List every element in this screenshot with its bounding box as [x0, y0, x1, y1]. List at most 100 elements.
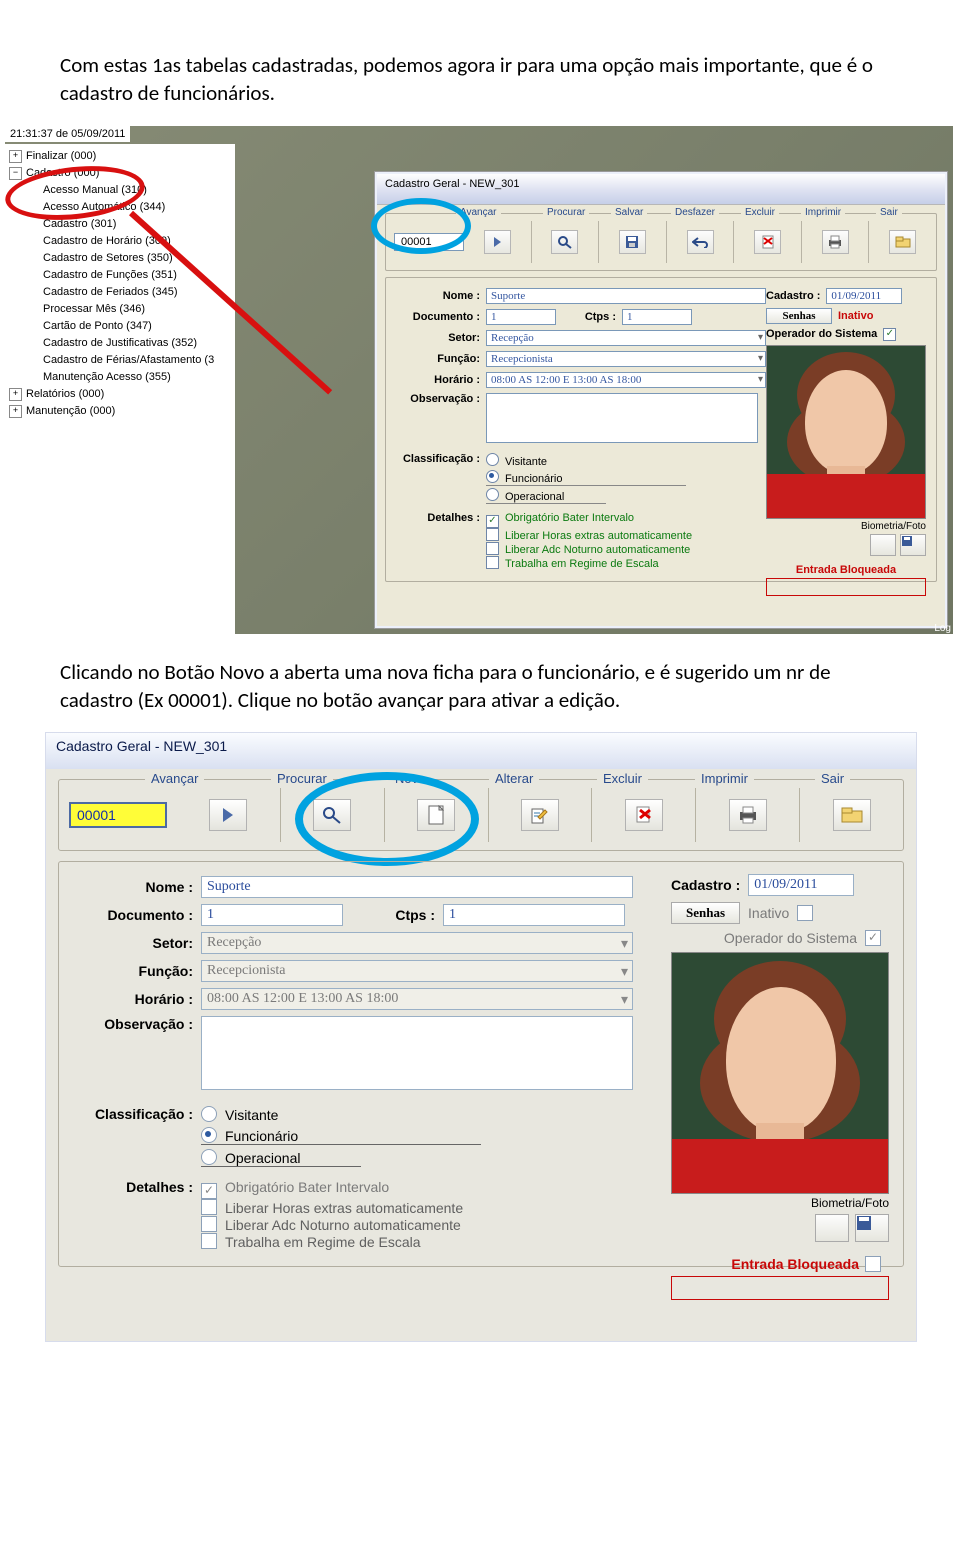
funcao-combo[interactable]: Recepcionista [201, 960, 633, 982]
expand-icon[interactable]: + [9, 150, 22, 163]
sair-button[interactable] [833, 799, 871, 831]
det-check-1[interactable] [201, 1183, 217, 1199]
log-label: Log [934, 623, 951, 634]
window-title: Cadastro Geral - NEW_301 [46, 733, 916, 769]
doc-input[interactable]: 1 [201, 904, 343, 926]
toolbar-label-avancar: Avançar [456, 207, 501, 218]
tree-item[interactable]: Acesso Manual (310) [5, 182, 235, 199]
toolbar-label-imprimir: Imprimir [695, 771, 754, 786]
tree-item[interactable]: Processar Mês (346) [5, 301, 235, 318]
det-opt: Liberar Adc Noturno automaticamente [225, 1217, 461, 1233]
class-funcionario-radio[interactable] [486, 470, 499, 483]
cadastro-date[interactable]: 01/09/2011 [826, 288, 902, 304]
biometria-save-button[interactable] [855, 1214, 889, 1242]
tree-item[interactable]: Cadastro de Justificativas (352) [5, 335, 235, 352]
nome-input[interactable]: Suporte [486, 288, 766, 304]
tree-item[interactable]: Acesso Automático (344) [5, 199, 235, 216]
operador-label: Operador do Sistema [724, 930, 857, 946]
obs-label: Observação : [73, 1016, 193, 1032]
det-check-4[interactable] [486, 556, 499, 569]
excluir-button[interactable] [625, 799, 663, 831]
obs-textarea[interactable] [486, 393, 758, 443]
procurar-button[interactable] [551, 230, 578, 254]
class-funcionario-radio[interactable] [201, 1127, 217, 1143]
det-label: Detalhes : [396, 512, 480, 524]
doc-input[interactable]: 1 [486, 309, 556, 325]
det-check-3[interactable] [486, 542, 499, 555]
id-input[interactable]: 00001 [69, 802, 167, 828]
operador-checkbox[interactable] [883, 328, 896, 341]
setor-label: Setor: [73, 935, 193, 951]
tree-item[interactable]: Cadastro de Férias/Afastamento (3 [5, 352, 235, 369]
det-check-2[interactable] [201, 1199, 217, 1215]
horario-combo[interactable]: 08:00 AS 12:00 E 13:00 AS 18:00 [201, 988, 633, 1010]
funcao-combo[interactable]: Recepcionista [486, 351, 766, 367]
tree-item[interactable]: Cadastro de Funções (351) [5, 267, 235, 284]
form-panel: Cadastro :01/09/2011 SenhasInativo Opera… [58, 861, 904, 1267]
tree-item[interactable]: Cadastro de Setores (350) [5, 250, 235, 267]
imprimir-button[interactable] [822, 230, 849, 254]
operador-checkbox[interactable] [865, 930, 881, 946]
toolbar-label-novo: Novo [389, 771, 431, 786]
avancar-button[interactable] [484, 230, 511, 254]
imprimir-button[interactable] [729, 799, 767, 831]
class-opt: Operacional [225, 1150, 301, 1166]
det-label: Detalhes : [73, 1179, 193, 1195]
tree-item[interactable]: Cadastro de Feriados (345) [5, 284, 235, 301]
tree-item[interactable]: Cadastro de Horário (309) [5, 233, 235, 250]
det-check-3[interactable] [201, 1216, 217, 1232]
ctps-input[interactable]: 1 [443, 904, 625, 926]
class-opt: Visitante [225, 1107, 278, 1123]
det-check-4[interactable] [201, 1233, 217, 1249]
bloqueada-field[interactable] [671, 1276, 889, 1300]
tree-item[interactable]: Manutenção (000) [26, 405, 115, 417]
senhas-button[interactable]: Senhas [671, 902, 740, 924]
inativo-checkbox[interactable] [797, 905, 813, 921]
biometria-save-button[interactable] [900, 534, 926, 556]
det-check-2[interactable] [486, 528, 499, 541]
tree-item[interactable]: Finalizar (000) [26, 150, 96, 162]
class-visitante-radio[interactable] [201, 1106, 217, 1122]
procurar-button[interactable] [313, 799, 351, 831]
setor-combo[interactable]: Recepção [486, 330, 766, 346]
tree-item[interactable]: Cadastro (301) [5, 216, 235, 233]
bloqueada-checkbox[interactable] [865, 1256, 881, 1272]
class-operacional-radio[interactable] [201, 1149, 217, 1165]
expand-icon[interactable]: + [9, 405, 22, 418]
obs-label: Observação : [396, 393, 480, 405]
det-opt: Liberar Horas extras automaticamente [505, 530, 692, 542]
ctps-input[interactable]: 1 [622, 309, 692, 325]
desfazer-button[interactable] [687, 230, 714, 254]
senhas-button[interactable]: Senhas [766, 308, 832, 324]
tree-item[interactable]: Relatórios (000) [26, 388, 104, 400]
nome-input[interactable]: Suporte [201, 876, 633, 898]
tree-item[interactable]: Cartão de Ponto (347) [5, 318, 235, 335]
tree-item[interactable]: Cadastro (000) [26, 167, 99, 179]
inativo-label: Inativo [838, 310, 873, 322]
excluir-button[interactable] [754, 230, 781, 254]
cadastro-date[interactable]: 01/09/2011 [748, 874, 854, 896]
class-visitante-radio[interactable] [486, 453, 499, 466]
novo-button[interactable] [417, 799, 455, 831]
class-operacional-radio[interactable] [486, 488, 499, 501]
avancar-button[interactable] [209, 799, 247, 831]
alterar-button[interactable] [521, 799, 559, 831]
sair-button[interactable] [889, 230, 916, 254]
setor-combo[interactable]: Recepção [201, 932, 633, 954]
horario-combo[interactable]: 08:00 AS 12:00 E 13:00 AS 18:00 [486, 372, 766, 388]
tree-item[interactable]: Manutenção Acesso (355) [5, 369, 235, 386]
toolbar-label-sair: Sair [815, 771, 850, 786]
expand-icon[interactable]: + [9, 388, 22, 401]
det-opt: Trabalha em Regime de Escala [225, 1234, 421, 1250]
biometria-capture-button[interactable] [815, 1214, 849, 1242]
inativo-label: Inativo [748, 905, 789, 921]
det-check-1[interactable] [486, 515, 499, 528]
intro-paragraph-2: Clicando no Botão Novo a aberta uma nova… [60, 658, 900, 715]
bloqueada-field[interactable] [766, 578, 926, 596]
obs-textarea[interactable] [201, 1016, 633, 1090]
id-input[interactable]: 00001 [394, 233, 464, 251]
biometria-capture-button[interactable] [870, 534, 896, 556]
doc-label: Documento : [73, 907, 193, 923]
expand-icon[interactable]: − [9, 167, 22, 180]
salvar-button[interactable] [619, 230, 646, 254]
